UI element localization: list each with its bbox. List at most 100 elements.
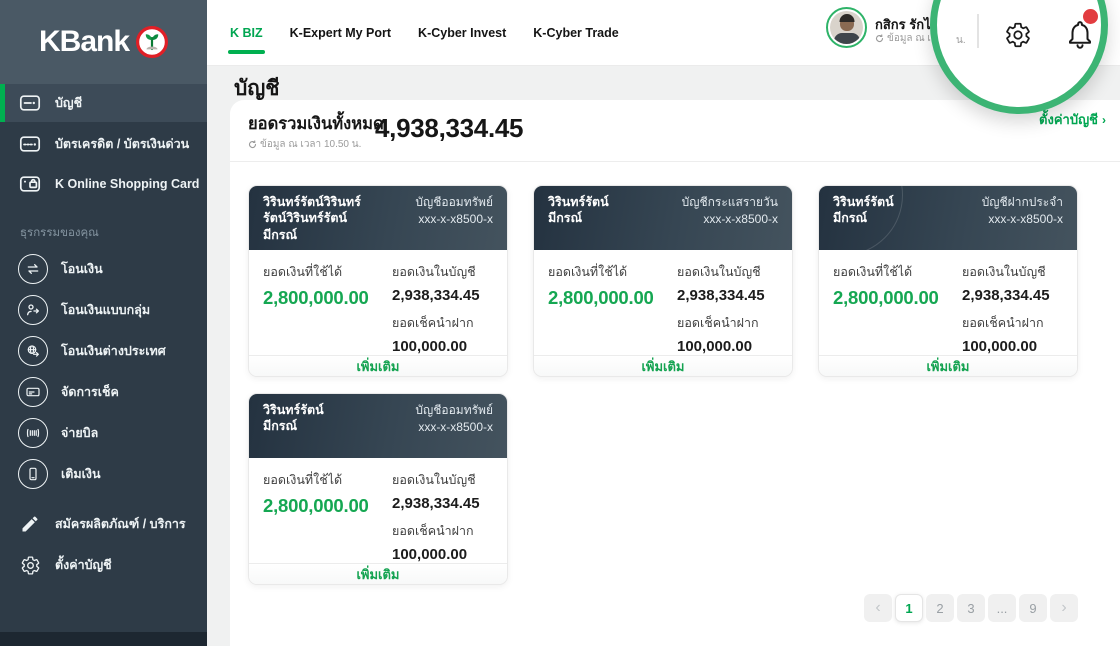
account-card-header: วิรินทร์รัตน์ มีกรณ์ บัญชีออมทรัพย์ xxx-… [249, 394, 507, 458]
sidebar-item-top-up[interactable]: เติมเงิน [0, 453, 207, 494]
more-button[interactable]: เพิ่มเติม [819, 355, 1077, 377]
phone-icon [18, 459, 48, 489]
shopping-card-icon [18, 172, 42, 196]
cheque-deposit-value: 100,000.00 [392, 546, 480, 563]
account-number: xxx-x-x8500-x [415, 211, 493, 228]
account-number: xxx-x-x8500-x [982, 211, 1063, 228]
account-settings-link[interactable]: ตั้งค่าบัญชี› [1039, 109, 1106, 130]
settings-gear-icon[interactable] [1004, 21, 1032, 49]
cheque-deposit-value: 100,000.00 [962, 338, 1050, 355]
sidebar-item-label: บัตรเครดิต / บัตรเงินด่วน [55, 134, 189, 154]
refresh-icon [248, 140, 257, 149]
available-balance-label: ยอดเงินที่ใช้ได้ [263, 262, 389, 282]
sidebar-item-manage-cheques[interactable]: จัดการเช็ค [0, 371, 207, 412]
sidebar-item-account-settings[interactable]: ตั้งค่าบัญชี [0, 546, 207, 584]
pagination-page-2[interactable]: 2 [926, 594, 954, 622]
tab-k-expert-my-port[interactable]: K-Expert My Port [290, 26, 391, 40]
more-button[interactable]: เพิ่มเติม [249, 563, 507, 585]
account-card: วิรินทร์รัตน์วิรินทร์ รัตน์วิรินทร์รัตน์… [248, 185, 508, 377]
account-cards-grid: วิรินทร์รัตน์วิรินทร์ รัตน์วิรินทร์รัตน์… [248, 185, 1108, 585]
sidebar-item-label: บัญชี [55, 93, 82, 113]
kbank-emblem-icon [136, 26, 168, 58]
chevron-right-icon: › [1102, 113, 1106, 127]
sidebar-item-label: K Online Shopping Card [55, 177, 199, 191]
account-card-icon [18, 91, 42, 115]
tab-k-biz[interactable]: K BIZ [230, 26, 263, 40]
avatar-photo [830, 11, 863, 44]
cheque-deposit-value: 100,000.00 [677, 338, 765, 355]
pagination-prev-button[interactable]: ‹ [864, 594, 892, 622]
more-button[interactable]: เพิ่มเติม [534, 355, 792, 377]
tab-k-cyber-trade[interactable]: K-Cyber Trade [533, 26, 618, 40]
cheque-deposit-value: 100,000.00 [392, 338, 480, 355]
available-balance-label: ยอดเงินที่ใช้ได้ [833, 262, 959, 282]
available-balance-value: 2,800,000.00 [263, 495, 389, 517]
account-type: บัญชีกระแสรายวัน [682, 194, 778, 211]
account-balance-value: 2,938,334.45 [677, 287, 765, 304]
account-type: บัญชีออมทรัพย์ [415, 194, 493, 211]
sidebar: KBank บัญชี บัตรเ [0, 0, 207, 646]
barcode-icon [18, 418, 48, 448]
pagination-page-1[interactable]: 1 [895, 594, 923, 622]
sidebar-item-accounts[interactable]: บัญชี [0, 84, 207, 122]
account-holder-name: วิรินทร์รัตน์ มีกรณ์ [548, 194, 609, 242]
more-button[interactable]: เพิ่มเติม [249, 355, 507, 377]
account-type: บัญชีออมทรัพย์ [415, 402, 493, 419]
sidebar-item-label: ตั้งค่าบัญชี [55, 555, 112, 575]
user-updated-time-tail: น. [956, 33, 966, 48]
sidebar-section-label: ธุรกรรมของคุณ [20, 224, 99, 242]
available-balance-value: 2,800,000.00 [263, 287, 389, 309]
kbank-logo[interactable]: KBank [0, 0, 207, 84]
tab-k-cyber-invest[interactable]: K-Cyber Invest [418, 26, 506, 40]
pagination-next-button[interactable]: › [1050, 594, 1078, 622]
sidebar-item-apply-products[interactable]: สมัครผลิตภัณฑ์ / บริการ [0, 505, 207, 543]
kbank-logo-text: KBank [39, 25, 129, 59]
total-balance-value: 4,938,334.45 [375, 113, 523, 144]
gear-icon [18, 553, 42, 577]
international-transfer-icon [18, 336, 48, 366]
sidebar-item-group-transfer[interactable]: โอนเงินแบบกลุ่ม [0, 289, 207, 330]
app-window: KBank บัญชี บัตรเ [0, 0, 1120, 646]
sidebar-bottom-strip [0, 632, 207, 646]
account-card: วิรินทร์รัตน์ มีกรณ์ บัญชีกระแสรายวัน xx… [533, 185, 793, 377]
account-type: บัญชีฝากประจำ [982, 194, 1063, 211]
accounts-panel: ยอดรวมเงินทั้งหมด ข้อมูล ณ เวลา 10.50 น.… [230, 100, 1120, 646]
top-navigation: K BIZ K-Expert My Port K-Cyber Invest K-… [230, 0, 619, 66]
account-number: xxx-x-x8500-x [415, 419, 493, 436]
available-balance-value: 2,800,000.00 [833, 287, 959, 309]
account-card-header: วิรินทร์รัตน์วิรินทร์ รัตน์วิรินทร์รัตน์… [249, 186, 507, 250]
credit-card-icon [18, 132, 42, 156]
refresh-icon [875, 34, 884, 43]
transfer-icon [18, 254, 48, 284]
summary-header: ยอดรวมเงินทั้งหมด ข้อมูล ณ เวลา 10.50 น.… [230, 100, 1120, 162]
account-balance-value: 2,938,334.45 [392, 287, 480, 304]
account-number: xxx-x-x8500-x [682, 211, 778, 228]
pencil-icon [18, 512, 42, 536]
sidebar-item-label: โอนเงินแบบกลุ่ม [61, 300, 150, 320]
cheque-deposit-label: ยอดเช็คนำฝาก [677, 313, 765, 333]
topbar-divider [977, 14, 979, 48]
avatar[interactable] [826, 7, 867, 48]
account-holder-name: วิรินทร์รัตน์ มีกรณ์ [263, 402, 324, 450]
account-balance-label: ยอดเงินในบัญชี [392, 262, 480, 282]
account-balance-label: ยอดเงินในบัญชี [392, 470, 480, 490]
sidebar-item-credit-cards[interactable]: บัตรเครดิต / บัตรเงินด่วน [0, 125, 207, 163]
pagination-page-9[interactable]: 9 [1019, 594, 1047, 622]
account-holder-name: วิรินทร์รัตน์ มีกรณ์ [833, 194, 894, 242]
cheque-deposit-label: ยอดเช็คนำฝาก [392, 313, 480, 333]
pagination: ‹ 1 2 3 ... 9 › [864, 594, 1078, 622]
account-card-header: วิรินทร์รัตน์ มีกรณ์ บัญชีกระแสรายวัน xx… [534, 186, 792, 250]
account-balance-value: 2,938,334.45 [962, 287, 1050, 304]
sidebar-item-pay-bills[interactable]: จ่ายบิล [0, 412, 207, 453]
pagination-page-3[interactable]: 3 [957, 594, 985, 622]
cheque-deposit-label: ยอดเช็คนำฝาก [962, 313, 1050, 333]
group-transfer-icon [18, 295, 48, 325]
pagination-ellipsis[interactable]: ... [988, 594, 1016, 622]
sidebar-item-international-transfer[interactable]: โอนเงินต่างประเทศ [0, 330, 207, 371]
sidebar-item-online-shopping-card[interactable]: K Online Shopping Card [0, 165, 207, 203]
account-holder-name: วิรินทร์รัตน์วิรินทร์ รัตน์วิรินทร์รัตน์… [263, 194, 361, 242]
sidebar-item-label: สมัครผลิตภัณฑ์ / บริการ [55, 514, 186, 534]
total-balance-label: ยอดรวมเงินทั้งหมด [248, 111, 384, 137]
account-balance-value: 2,938,334.45 [392, 495, 480, 512]
sidebar-item-transfer[interactable]: โอนเงิน [0, 248, 207, 289]
